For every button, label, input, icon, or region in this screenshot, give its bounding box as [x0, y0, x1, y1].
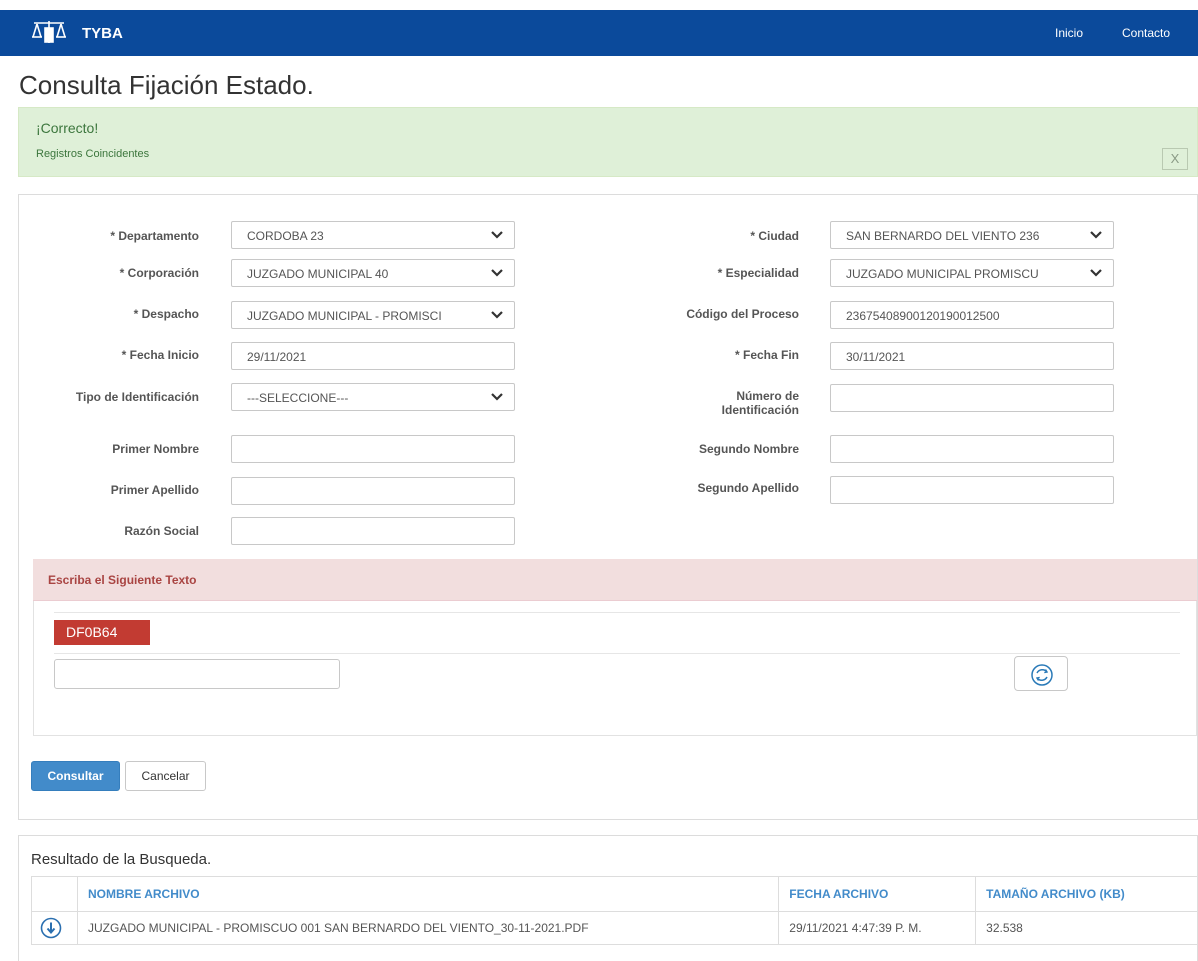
chevron-down-icon — [1090, 269, 1102, 277]
departamento-value: CORDOBA 23 — [247, 229, 324, 243]
chevron-down-icon — [1090, 231, 1102, 239]
consultar-button[interactable]: Consultar — [31, 761, 120, 791]
tipo-identificacion-select[interactable]: ---SELECCIONE--- — [231, 383, 515, 411]
cancelar-button[interactable]: Cancelar — [125, 761, 206, 791]
table-row: JUZGADO MUNICIPAL - PROMISCUO 001 SAN BE… — [31, 911, 1198, 945]
segundo-nombre-input[interactable] — [830, 435, 1114, 463]
results-panel: Resultado de la Busqueda. NOMBRE ARCHIVO… — [18, 835, 1198, 961]
ciudad-select[interactable]: SAN BERNARDO DEL VIENTO 236 — [830, 221, 1114, 249]
alert-close-button[interactable]: X — [1162, 148, 1188, 170]
corporacion-value: JUZGADO MUNICIPAL 40 — [247, 267, 389, 281]
chevron-down-icon — [491, 393, 503, 401]
razon-social-input[interactable] — [231, 517, 515, 545]
refresh-icon — [1031, 664, 1053, 686]
fecha-inicio-input[interactable]: 29/11/2021 — [231, 342, 515, 370]
despacho-select[interactable]: JUZGADO MUNICIPAL - PROMISCI — [231, 301, 515, 329]
especialidad-value: JUZGADO MUNICIPAL PROMISCU — [846, 267, 1039, 281]
table-header-row: NOMBRE ARCHIVO FECHA ARCHIVO TAMAÑO ARCH… — [31, 876, 1198, 912]
brand-name[interactable]: TYBA — [82, 25, 123, 42]
codigo-proceso-input[interactable]: 23675408900120190012500 — [830, 301, 1114, 329]
top-navbar: TYBA Inicio Contacto — [0, 10, 1198, 56]
codigo-proceso-label: Código del Proceso — [686, 307, 799, 321]
results-title: Resultado de la Busqueda. — [31, 851, 212, 868]
column-header-nombre[interactable]: NOMBRE ARCHIVO — [76, 876, 780, 912]
tipo-identificacion-label: Tipo de Identificación — [75, 390, 199, 404]
alert-title: ¡Correcto! — [36, 120, 99, 136]
departamento-label: * Departamento — [110, 229, 199, 243]
especialidad-select[interactable]: JUZGADO MUNICIPAL PROMISCU — [830, 259, 1114, 287]
page-title: Consulta Fijación Estado. — [19, 70, 314, 100]
primer-nombre-input[interactable] — [231, 435, 515, 463]
corporacion-label: * Corporación — [119, 266, 199, 280]
nav-link-inicio[interactable]: Inicio — [1055, 26, 1083, 40]
file-date-cell: 29/11/2021 4:47:39 P. M. — [778, 911, 977, 945]
primer-nombre-label: Primer Nombre — [112, 442, 199, 456]
results-table: NOMBRE ARCHIVO FECHA ARCHIVO TAMAÑO ARCH… — [31, 876, 1198, 945]
captcha-refresh-button[interactable] — [1014, 656, 1068, 691]
success-alert: ¡Correcto! Registros Coincidentes X — [18, 107, 1198, 177]
despacho-value: JUZGADO MUNICIPAL - PROMISCI — [247, 309, 442, 323]
fecha-fin-input[interactable]: 30/11/2021 — [830, 342, 1114, 370]
numero-identificacion-label-line2: Identificación — [721, 403, 799, 417]
especialidad-label: * Especialidad — [717, 266, 799, 280]
file-name-cell: JUZGADO MUNICIPAL - PROMISCUO 001 SAN BE… — [76, 911, 780, 945]
captcha-code: DF0B64 — [54, 620, 150, 645]
captcha-heading-bar: Escriba el Siguiente Texto — [33, 559, 1197, 601]
primer-apellido-label: Primer Apellido — [110, 483, 199, 497]
numero-identificacion-label: Número de Identificación — [579, 389, 799, 417]
captcha-heading: Escriba el Siguiente Texto — [48, 573, 197, 587]
chevron-down-icon — [491, 311, 503, 319]
captcha-input[interactable] — [54, 659, 340, 689]
departamento-select[interactable]: CORDOBA 23 — [231, 221, 515, 249]
scales-logo-icon — [32, 21, 66, 43]
segundo-nombre-label: Segundo Nombre — [698, 442, 799, 456]
alert-message: Registros Coincidentes — [36, 148, 150, 160]
fecha-fin-label: * Fecha Fin — [734, 348, 799, 362]
column-header-icon — [31, 876, 78, 912]
despacho-label: * Despacho — [133, 307, 199, 321]
ciudad-label: * Ciudad — [750, 229, 799, 243]
download-icon[interactable] — [40, 917, 62, 939]
captcha-divider — [54, 612, 1180, 613]
numero-identificacion-input[interactable] — [830, 384, 1114, 412]
column-header-tamano[interactable]: TAMAÑO ARCHIVO (KB) — [975, 876, 1198, 912]
numero-identificacion-label-line1: Número de — [736, 389, 799, 403]
tipo-identificacion-value: ---SELECCIONE--- — [247, 391, 349, 405]
nav-link-contacto[interactable]: Contacto — [1122, 26, 1170, 40]
file-size-cell: 32.538 — [975, 911, 1198, 945]
primer-apellido-input[interactable] — [231, 477, 515, 505]
segundo-apellido-input[interactable] — [830, 476, 1114, 504]
captcha-divider — [54, 653, 1180, 654]
search-form-panel: * Departamento CORDOBA 23 * Ciudad SAN B… — [18, 194, 1198, 820]
corporacion-select[interactable]: JUZGADO MUNICIPAL 40 — [231, 259, 515, 287]
razon-social-label: Razón Social — [124, 524, 199, 538]
download-cell — [31, 911, 78, 945]
column-header-fecha[interactable]: FECHA ARCHIVO — [778, 876, 977, 912]
fecha-inicio-label: * Fecha Inicio — [121, 348, 199, 362]
chevron-down-icon — [491, 269, 503, 277]
chevron-down-icon — [491, 231, 503, 239]
segundo-apellido-label: Segundo Apellido — [697, 481, 799, 495]
ciudad-value: SAN BERNARDO DEL VIENTO 236 — [846, 229, 1040, 243]
captcha-panel: DF0B64 — [33, 601, 1197, 736]
